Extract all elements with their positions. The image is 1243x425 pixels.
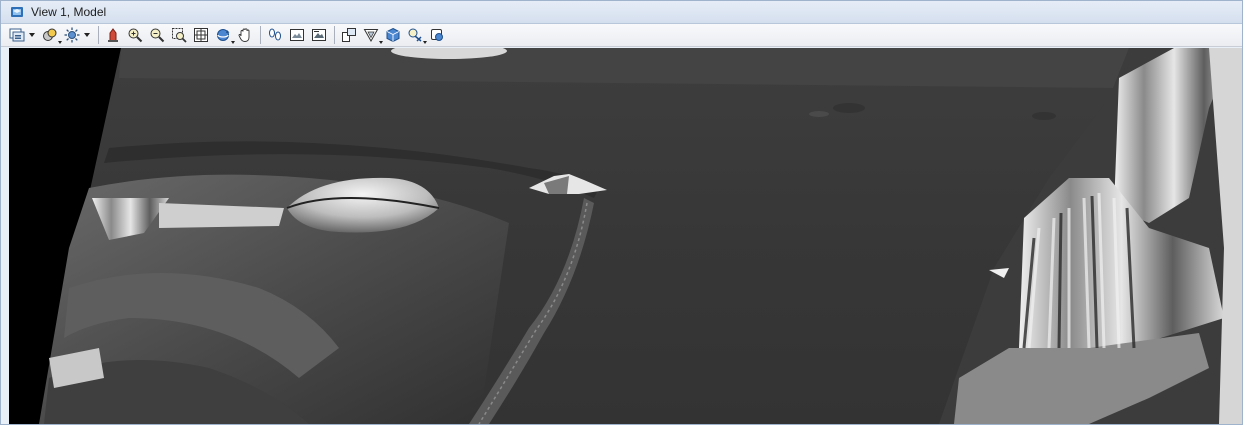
walk-button[interactable]: [266, 26, 284, 44]
view-rotation-icon: [342, 28, 356, 42]
next-view-button[interactable]: [310, 26, 328, 44]
view-attributes-dropdown[interactable]: [28, 26, 36, 44]
light-button[interactable]: [63, 26, 81, 44]
title-bar[interactable]: View 1, Model: [1, 1, 1242, 24]
pan-view-icon: [238, 28, 250, 42]
window-area-button[interactable]: [170, 26, 188, 44]
display-style-icon: [43, 28, 57, 41]
rotate-view-icon: [217, 29, 230, 41]
model-viewport[interactable]: [9, 48, 1242, 424]
toolbar-separator: [260, 26, 261, 44]
camera-icon: [408, 28, 422, 42]
pan-view-button[interactable]: [236, 26, 254, 44]
window-title: View 1, Model: [31, 5, 107, 19]
zoom-in-icon: [128, 28, 143, 43]
zoom-out-button[interactable]: [148, 26, 166, 44]
view-attributes-icon: [9, 28, 25, 42]
light-dropdown[interactable]: [83, 26, 91, 44]
camera-button[interactable]: [406, 26, 427, 44]
clip-volume-icon: [363, 29, 379, 43]
terrain-model-render[interactable]: [9, 48, 1242, 424]
model-view-window: View 1, Model: [0, 0, 1243, 425]
clip-volume-button[interactable]: [362, 26, 383, 44]
walk-icon: [269, 28, 281, 41]
rotate-view-button[interactable]: [214, 26, 235, 44]
clip-volume-subarrow-icon: [379, 41, 383, 44]
view-window-icon: [10, 5, 24, 19]
render-button[interactable]: [428, 26, 446, 44]
display-style-button[interactable]: [41, 26, 62, 44]
next-view-icon: [312, 29, 326, 41]
toolbar-separator: [98, 26, 99, 44]
view-attributes-button[interactable]: [8, 26, 26, 44]
rotate-view-subarrow-icon: [231, 41, 235, 44]
window-area-icon: [172, 28, 187, 43]
previous-view-button[interactable]: [288, 26, 306, 44]
fit-view-icon: [194, 28, 208, 42]
camera-subarrow-icon: [423, 41, 427, 44]
previous-view-icon: [290, 29, 304, 41]
zoom-in-button[interactable]: [126, 26, 144, 44]
standard-view-button[interactable]: [384, 26, 402, 44]
update-view-icon: [108, 28, 118, 42]
update-view-button[interactable]: [104, 26, 122, 44]
display-style-subarrow-icon: [58, 41, 62, 44]
standard-view-icon: [386, 27, 400, 43]
zoom-out-icon: [150, 28, 165, 43]
view-rotation-button[interactable]: [340, 26, 358, 44]
terrain-bump: [1032, 112, 1056, 120]
terrain-bump: [809, 111, 829, 117]
render-icon: [431, 29, 443, 41]
view-control-toolbar: [1, 24, 1242, 47]
toolbar-separator: [334, 26, 335, 44]
fit-view-button[interactable]: [192, 26, 210, 44]
light-icon: [64, 27, 80, 43]
terrain-bump: [833, 103, 865, 113]
